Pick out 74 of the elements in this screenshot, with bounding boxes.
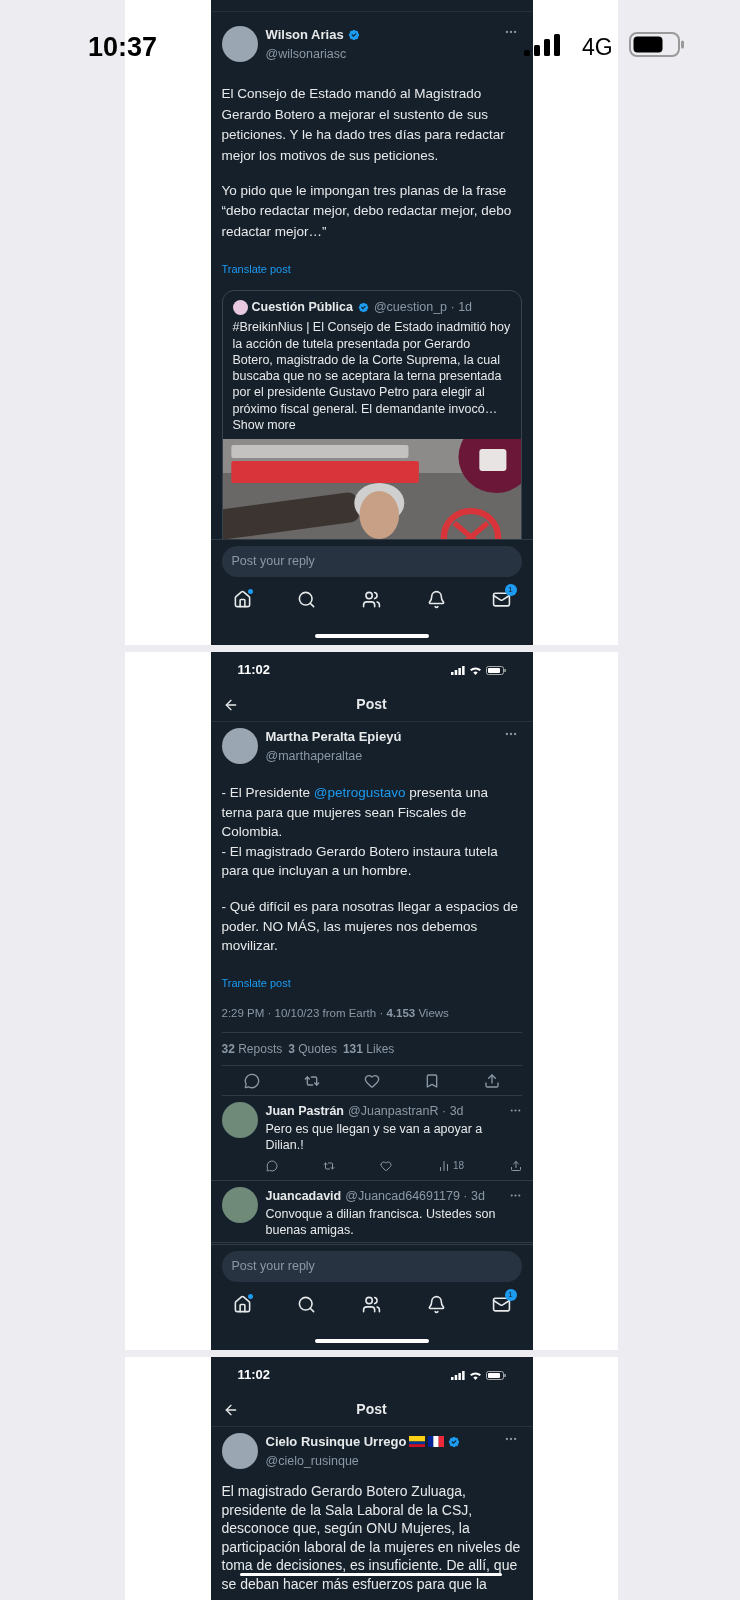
author-handle: @cuestion_p · 1d bbox=[373, 298, 473, 316]
author-name: Wilson Arias bbox=[265, 26, 344, 44]
tweet-text: - El magistrado Gerardo Botero instaura tutela para que incluyan a un hombre. bbox=[221, 842, 499, 881]
battery-icon bbox=[485, 665, 506, 675]
author-handle: @cielo_rusinque bbox=[265, 1452, 360, 1470]
status-time: 10:37 bbox=[88, 31, 158, 64]
avatar bbox=[232, 299, 248, 315]
status-time: 11:02 bbox=[237, 1366, 271, 1385]
post-meta: 2:29 PM · 10/10/23 from Earth · 4.153 Views bbox=[221, 1004, 522, 1033]
reply-input-field[interactable]: Post your reply bbox=[221, 1251, 522, 1282]
mail-icon[interactable] bbox=[491, 1294, 511, 1314]
wifi-icon bbox=[468, 1370, 482, 1380]
reply-input-field[interactable]: Post your reply bbox=[221, 546, 522, 577]
share-icon[interactable] bbox=[509, 1159, 522, 1172]
author-name: Cuestión Pública bbox=[251, 298, 353, 316]
author-name: Cielo Rusinque Urrego bbox=[265, 1433, 407, 1451]
stat-count[interactable]: 32 Reposts bbox=[221, 1040, 283, 1058]
mail-icon[interactable] bbox=[491, 589, 511, 609]
avatar[interactable] bbox=[221, 1102, 258, 1138]
heart-icon[interactable] bbox=[380, 1159, 393, 1172]
reply-icon[interactable] bbox=[243, 1072, 260, 1089]
signal-icon bbox=[450, 665, 465, 675]
network-type: 4G bbox=[582, 33, 613, 62]
author-handle: @Juancad64691179 · 3d bbox=[345, 1187, 485, 1205]
tweet-text: - El Presidente @petrogustavo presenta una terna para que mujeres sean Fiscales de Colombia. bbox=[221, 784, 490, 842]
bar-chart-icon bbox=[437, 1159, 450, 1172]
heart-icon[interactable] bbox=[363, 1072, 380, 1089]
flag-icon bbox=[409, 1436, 426, 1448]
signal-icon bbox=[524, 34, 560, 56]
quoted-text: #BreikinNius | El Consejo de Estado inadmitió hoy la acción de tutela presentada por Gerardo Botero, magistrado de la Corte Suprema, la cual buscaba que no se aceptara la terna presentada por el presidente Gustavo Petro para elegir al próximo fiscal general. El demandante invocó… Show more bbox=[232, 319, 511, 434]
wifi-icon bbox=[468, 665, 482, 675]
tweet-text: El magistrado Gerardo Botero Zuluaga, presidente de la Sala Laboral de la CSJ, desconoce que, según ONU Mujeres, la participación laboral de la mujeres en niveles de toma de decisiones, es insuficiente. De allí, que se deban hacer más esfuerzos para que la bbox=[221, 1482, 522, 1594]
signal-icon bbox=[450, 1370, 465, 1380]
battery-icon bbox=[629, 32, 685, 57]
bell-icon[interactable] bbox=[426, 589, 446, 609]
search-icon[interactable] bbox=[297, 589, 317, 609]
author-handle: @JuanpastranR · 3d bbox=[348, 1103, 464, 1120]
repost-icon[interactable] bbox=[322, 1159, 335, 1172]
home-icon[interactable] bbox=[232, 1294, 252, 1314]
share-icon[interactable] bbox=[483, 1072, 500, 1089]
author-name: Juan Pastrán bbox=[265, 1103, 344, 1120]
stat-count[interactable]: 131 Likes bbox=[342, 1040, 395, 1058]
author-handle: @marthaperaltae bbox=[265, 747, 364, 765]
tweet-text: - Qué difícil es para nosotras llegar a espacios de poder. NO MÁS, las mujeres nos debemos movilizar. bbox=[221, 898, 519, 956]
stat-count[interactable]: 3 Quotes bbox=[288, 1040, 337, 1058]
translate-link[interactable]: Translate post bbox=[221, 263, 291, 276]
translate-link[interactable]: Translate post bbox=[221, 976, 291, 989]
people-icon[interactable] bbox=[362, 1294, 381, 1314]
tweet-text: Yo pido que le impongan tres planas de la frase “debo redactar mejor, debo redactar mejor, debo redactar mejor…” bbox=[221, 181, 513, 241]
author-handle: @wilsonariasc bbox=[265, 45, 348, 63]
avatar[interactable] bbox=[221, 26, 258, 63]
screen-title: Post bbox=[356, 1400, 387, 1419]
people-icon[interactable] bbox=[362, 589, 381, 609]
tweet-text: El Consejo de Estado mandó al Magistrado Gerardo Botero a mejorar el sustento de sus peticiones. Y le ha dado tres días para redactar mejor los motivos de sus peticiones. bbox=[221, 85, 506, 165]
reply-text: Convoque a dilian francisca. Ustedes son buenas amigas. bbox=[265, 1205, 497, 1239]
avatar[interactable] bbox=[221, 728, 258, 765]
battery-icon bbox=[485, 1370, 506, 1380]
mention-link[interactable]: @petrogustavo bbox=[313, 785, 406, 801]
avatar[interactable] bbox=[221, 1186, 258, 1223]
screen-title: Post bbox=[356, 695, 387, 714]
reply-text: Pero es que llegan y se van a apoyar a Dilian.! bbox=[265, 1120, 484, 1154]
reply-icon[interactable] bbox=[265, 1159, 278, 1172]
status-time: 11:02 bbox=[237, 661, 271, 680]
notification-badge: 1 bbox=[504, 1288, 517, 1301]
search-icon[interactable] bbox=[297, 1294, 317, 1314]
home-icon[interactable] bbox=[232, 589, 252, 609]
show-more-link[interactable]: Show more bbox=[232, 418, 296, 433]
notification-badge: 1 bbox=[504, 583, 517, 596]
flag-icon bbox=[428, 1436, 445, 1448]
avatar[interactable] bbox=[221, 1433, 258, 1470]
bell-icon[interactable] bbox=[426, 1294, 446, 1314]
author-name: Juancadavid bbox=[265, 1187, 342, 1205]
author-name: Martha Peralta Epieyú bbox=[265, 728, 402, 746]
views-button[interactable]: 18 bbox=[437, 1158, 465, 1174]
